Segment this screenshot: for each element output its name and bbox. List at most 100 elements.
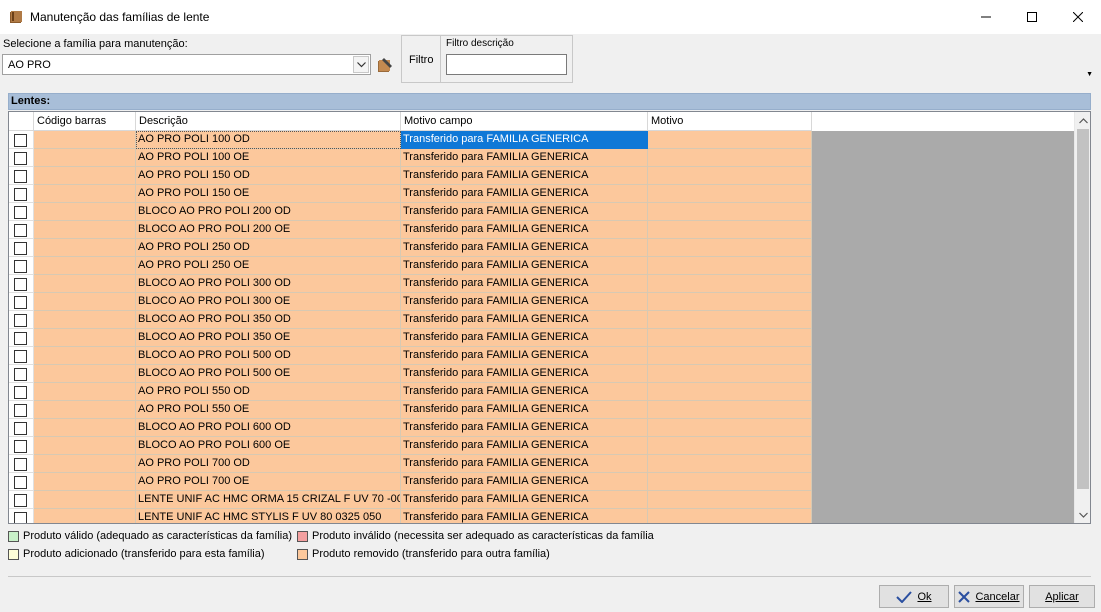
table-row[interactable]: LENTE UNIF AC HMC STYLIS F UV 80 0325 05… [9,509,812,523]
row-checkbox[interactable] [14,512,27,523]
codigo-barras-cell[interactable] [34,167,136,185]
motivo-campo-cell[interactable]: Transferido para FAMILIA GENERICA [401,275,648,293]
table-row[interactable]: AO PRO POLI 700 OE Transferido para FAMIL… [9,473,812,491]
column-header-motivo[interactable]: Motivo [648,112,812,131]
descricao-cell[interactable]: BLOCO AO PRO POLI 600 OD [136,419,401,437]
row-checkbox[interactable] [14,458,27,471]
motivo-cell[interactable] [648,293,812,311]
table-row[interactable]: BLOCO AO PRO POLI 500 OD Transferido para… [9,347,812,365]
apply-button[interactable]: Aplicar [1029,585,1095,608]
motivo-campo-cell[interactable]: Transferido para FAMILIA GENERICA [401,311,648,329]
codigo-barras-cell[interactable] [34,401,136,419]
column-header-codigo-barras[interactable]: Código barras [34,112,136,131]
row-checkbox[interactable] [14,224,27,237]
motivo-campo-cell[interactable]: Transferido para FAMILIA GENERICA [401,473,648,491]
row-checkbox[interactable] [14,188,27,201]
maximize-icon[interactable] [1009,0,1055,34]
motivo-cell[interactable] [648,347,812,365]
motivo-cell[interactable] [648,473,812,491]
codigo-barras-cell[interactable] [34,257,136,275]
codigo-barras-cell[interactable] [34,437,136,455]
table-row[interactable]: AO PRO POLI 150 OD Transferido para FAMIL… [9,167,812,185]
codigo-barras-cell[interactable] [34,149,136,167]
motivo-cell[interactable] [648,257,812,275]
row-checkbox[interactable] [14,170,27,183]
row-checkbox[interactable] [14,422,27,435]
row-checkbox[interactable] [14,368,27,381]
motivo-campo-cell[interactable]: Transferido para FAMILIA GENERICA [401,293,648,311]
scroll-up-icon[interactable] [1075,112,1090,129]
motivo-cell[interactable] [648,221,812,239]
codigo-barras-cell[interactable] [34,185,136,203]
descricao-cell[interactable]: BLOCO AO PRO POLI 500 OD [136,347,401,365]
descricao-cell[interactable]: LENTE UNIF AC HMC ORMA 15 CRIZAL F UV 70… [136,491,401,509]
table-row[interactable]: AO PRO POLI 250 OD Transferido para FAMIL… [9,239,812,257]
descricao-cell[interactable]: BLOCO AO PRO POLI 200 OE [136,221,401,239]
descricao-cell[interactable]: AO PRO POLI 550 OE [136,401,401,419]
table-row[interactable]: AO PRO POLI 700 OD Transferido para FAMIL… [9,455,812,473]
motivo-cell[interactable] [648,131,812,149]
descricao-cell[interactable]: BLOCO AO PRO POLI 350 OD [136,311,401,329]
table-row[interactable]: AO PRO POLI 250 OE Transferido para FAMIL… [9,257,812,275]
table-row[interactable]: BLOCO AO PRO POLI 300 OE Transferido para… [9,293,812,311]
motivo-campo-cell[interactable]: Transferido para FAMILIA GENERICA [401,167,648,185]
motivo-campo-cell[interactable]: Transferido para FAMILIA GENERICA [401,455,648,473]
table-row[interactable]: AO PRO POLI 100 OE Transferido para FAMIL… [9,149,812,167]
motivo-campo-cell[interactable]: Transferido para FAMILIA GENERICA [401,365,648,383]
descricao-cell[interactable]: AO PRO POLI 150 OD [136,167,401,185]
table-row[interactable]: AO PRO POLI 550 OD Transferido para FAMIL… [9,383,812,401]
table-row[interactable]: LENTE UNIF AC HMC ORMA 15 CRIZAL F UV 70… [9,491,812,509]
motivo-cell[interactable] [648,401,812,419]
table-row[interactable]: BLOCO AO PRO POLI 600 OE Transferido para… [9,437,812,455]
row-checkbox[interactable] [14,260,27,273]
codigo-barras-cell[interactable] [34,455,136,473]
descricao-cell[interactable]: AO PRO POLI 100 OD [136,131,401,149]
close-icon[interactable] [1055,0,1101,34]
motivo-campo-cell[interactable]: Transferido para FAMILIA GENERICA [401,131,648,149]
motivo-campo-cell[interactable]: Transferido para FAMILIA GENERICA [401,437,648,455]
motivo-cell[interactable] [648,185,812,203]
row-checkbox[interactable] [14,296,27,309]
motivo-campo-cell[interactable]: Transferido para FAMILIA GENERICA [401,509,648,523]
motivo-campo-cell[interactable]: Transferido para FAMILIA GENERICA [401,383,648,401]
descricao-cell[interactable]: BLOCO AO PRO POLI 350 OE [136,329,401,347]
row-checkbox[interactable] [14,332,27,345]
table-row[interactable]: AO PRO POLI 100 OD Transferido para FAMIL… [9,131,812,149]
edit-family-button[interactable] [374,54,396,76]
descricao-cell[interactable]: AO PRO POLI 250 OD [136,239,401,257]
descricao-cell[interactable]: BLOCO AO PRO POLI 300 OD [136,275,401,293]
row-checkbox[interactable] [14,206,27,219]
chevron-down-icon[interactable] [353,56,369,73]
motivo-campo-cell[interactable]: Transferido para FAMILIA GENERICA [401,221,648,239]
motivo-campo-cell[interactable]: Transferido para FAMILIA GENERICA [401,239,648,257]
table-row[interactable]: AO PRO POLI 550 OE Transferido para FAMIL… [9,401,812,419]
descricao-cell[interactable]: AO PRO POLI 250 OE [136,257,401,275]
descricao-cell[interactable]: AO PRO POLI 700 OE [136,473,401,491]
row-checkbox[interactable] [14,314,27,327]
motivo-cell[interactable] [648,275,812,293]
scroll-down-icon[interactable] [1075,506,1090,523]
motivo-cell[interactable] [648,365,812,383]
descricao-cell[interactable]: LENTE UNIF AC HMC STYLIS F UV 80 0325 05… [136,509,401,523]
table-row[interactable]: AO PRO POLI 150 OE Transferido para FAMIL… [9,185,812,203]
table-row[interactable]: BLOCO AO PRO POLI 350 OD Transferido para… [9,311,812,329]
codigo-barras-cell[interactable] [34,365,136,383]
table-row[interactable]: BLOCO AO PRO POLI 200 OE Transferido para… [9,221,812,239]
motivo-campo-cell[interactable]: Transferido para FAMILIA GENERICA [401,419,648,437]
row-checkbox[interactable] [14,242,27,255]
motivo-campo-cell[interactable]: Transferido para FAMILIA GENERICA [401,491,648,509]
panel-collapse-icon[interactable]: ▼ [1086,71,1093,78]
motivo-cell[interactable] [648,455,812,473]
motivo-campo-cell[interactable]: Transferido para FAMILIA GENERICA [401,401,648,419]
row-checkbox[interactable] [14,476,27,489]
motivo-campo-cell[interactable]: Transferido para FAMILIA GENERICA [401,203,648,221]
scrollbar-thumb[interactable] [1077,129,1089,489]
vertical-scrollbar[interactable] [1074,112,1090,523]
codigo-barras-cell[interactable] [34,473,136,491]
column-header-motivo-campo[interactable]: Motivo campo [401,112,648,131]
codigo-barras-cell[interactable] [34,329,136,347]
motivo-cell[interactable] [648,509,812,523]
lentes-grid[interactable]: Código barras Descrição Motivo campo Mot… [8,111,1091,524]
table-row[interactable]: BLOCO AO PRO POLI 200 OD Transferido para… [9,203,812,221]
descricao-cell[interactable]: AO PRO POLI 150 OE [136,185,401,203]
